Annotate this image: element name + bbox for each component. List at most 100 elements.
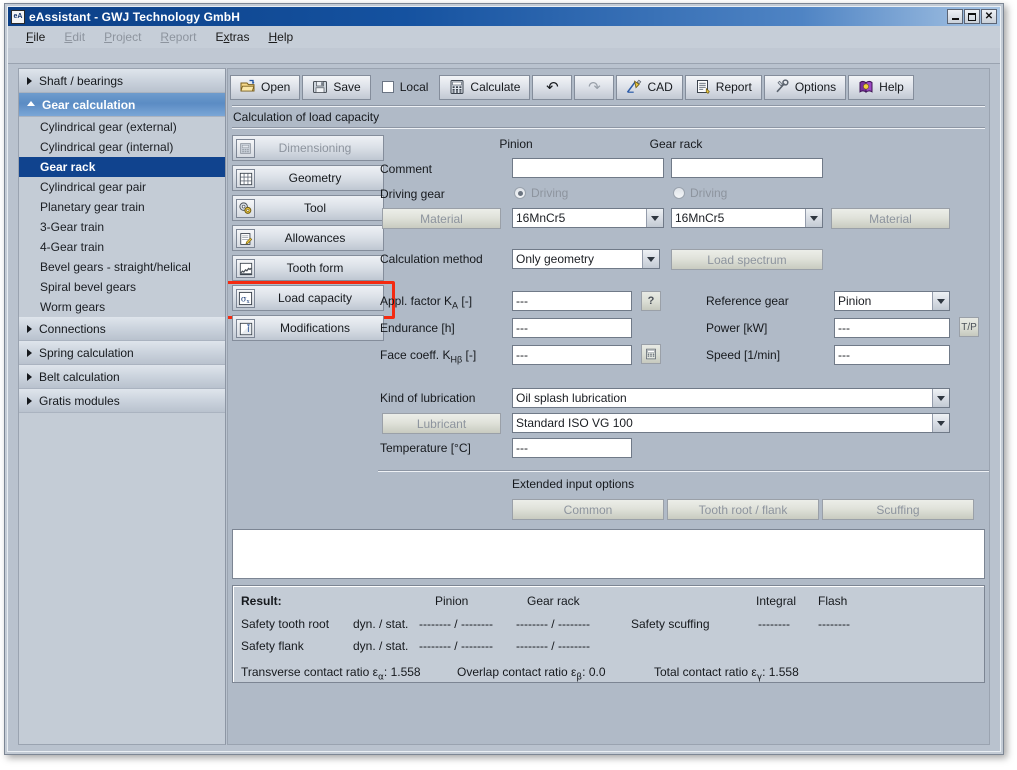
chevron-down-icon[interactable] xyxy=(932,292,949,310)
sidebar-item-spiral-bevel-gears[interactable]: Spiral bevel gears xyxy=(19,277,225,297)
chevron-down-icon[interactable] xyxy=(642,250,659,268)
material-pinion-button[interactable]: Material xyxy=(382,208,501,229)
sidebar-item-cylindrical-gear-external[interactable]: Cylindrical gear (external) xyxy=(19,117,225,137)
sidebar-item-4-gear-train[interactable]: 4-Gear train xyxy=(19,237,225,257)
overlap-contact-ratio: Overlap contact ratio εβ: 0.0 xyxy=(457,665,606,682)
menu-file[interactable]: File xyxy=(26,30,45,44)
sidebar-item-cylindrical-gear-pair[interactable]: Cylindrical gear pair xyxy=(19,177,225,197)
chevron-down-icon[interactable] xyxy=(646,209,663,227)
menu-help[interactable]: Help xyxy=(268,30,293,44)
menu-edit[interactable]: Edit xyxy=(64,30,85,44)
reference-gear-combo[interactable]: Pinion xyxy=(834,291,950,311)
results-col-pinion: Pinion xyxy=(435,594,468,608)
extended-scuffing-button[interactable]: Scuffing xyxy=(822,499,974,520)
local-checkbox[interactable]: Local xyxy=(373,75,438,100)
chevron-down-icon[interactable] xyxy=(805,209,822,227)
title-bar: eA eAssistant - GWJ Technology GmbH ✕ xyxy=(8,7,1000,26)
menu-report[interactable]: Report xyxy=(160,30,196,44)
speed-input[interactable]: --- xyxy=(834,345,950,365)
main-toolbar: Open Save xyxy=(228,69,989,105)
undo-button[interactable]: ↶ xyxy=(532,75,572,100)
load-spectrum-button[interactable]: Load spectrum xyxy=(671,249,823,270)
chevron-down-icon[interactable] xyxy=(932,389,949,407)
driving-gear-pinion-radio[interactable]: Driving xyxy=(514,186,568,200)
calculation-method-combo[interactable]: Only geometry xyxy=(512,249,660,269)
close-button[interactable]: ✕ xyxy=(981,9,997,24)
window-inner-frame: eA eAssistant - GWJ Technology GmbH ✕ Fi… xyxy=(7,6,1001,752)
material-gear-rack-combo[interactable]: 16MnCr5 xyxy=(671,208,823,228)
combo-value: 16MnCr5 xyxy=(513,211,646,225)
results-row-label: Safety tooth root xyxy=(241,617,329,631)
sidebar-item-label: Spiral bevel gears xyxy=(40,280,136,294)
sidebar-item-bevel-gears-straight-helical[interactable]: Bevel gears - straight/helical xyxy=(19,257,225,277)
sidebar-group-belt-calculation[interactable]: Belt calculation xyxy=(19,365,225,389)
comment-gear-rack-input[interactable] xyxy=(671,158,823,178)
options-button[interactable]: Options xyxy=(764,75,846,100)
power-input[interactable]: --- xyxy=(834,318,950,338)
menu-project[interactable]: Project xyxy=(104,30,141,44)
tab-label: Geometry xyxy=(233,171,383,185)
redo-button[interactable]: ↷ xyxy=(574,75,614,100)
comment-pinion-input[interactable] xyxy=(512,158,664,178)
chevron-right-icon xyxy=(27,397,32,405)
tab-allowances[interactable]: Allowances xyxy=(232,225,384,251)
help-button[interactable]: Help xyxy=(848,75,914,100)
sidebar-item-planetary-gear-train[interactable]: Planetary gear train xyxy=(19,197,225,217)
cad-label: CAD xyxy=(647,80,672,94)
material-pinion-combo[interactable]: 16MnCr5 xyxy=(512,208,664,228)
sidebar-group-shaft-bearings[interactable]: Shaft / bearings xyxy=(19,69,225,93)
tab-label: Tool xyxy=(233,201,383,215)
caption-divider xyxy=(232,127,985,129)
extended-common-button[interactable]: Common xyxy=(512,499,664,520)
floppy-disk-icon xyxy=(312,79,328,95)
sidebar-item-worm-gears[interactable]: Worm gears xyxy=(19,297,225,317)
sidebar-item-label: 3-Gear train xyxy=(40,220,104,234)
extended-tooth-root-flank-button[interactable]: Tooth root / flank xyxy=(667,499,819,520)
tab-geometry[interactable]: Geometry xyxy=(232,165,384,191)
grid-icon xyxy=(236,169,255,188)
material-gear-rack-button[interactable]: Material xyxy=(831,208,950,229)
sidebar-group-label: Gear calculation xyxy=(42,98,135,112)
torque-power-toggle-button[interactable]: T/P xyxy=(959,317,979,337)
sidebar-group-gratis-modules[interactable]: Gratis modules xyxy=(19,389,225,413)
face-coeff-label-post: [-] xyxy=(462,348,476,362)
tab-tool[interactable]: Tool xyxy=(232,195,384,221)
face-coeff-input[interactable]: --- xyxy=(512,345,632,365)
maximize-button[interactable] xyxy=(964,9,980,24)
sidebar-item-label: Planetary gear train xyxy=(40,200,145,214)
sidebar-group-spring-calculation[interactable]: Spring calculation xyxy=(19,341,225,365)
tab-modifications[interactable]: Modifications xyxy=(232,315,384,341)
results-col-integral: Integral xyxy=(756,594,796,608)
face-coeff-subscript: Hβ xyxy=(450,354,462,364)
tab-load-capacity[interactable]: σx Load capacity xyxy=(232,285,384,311)
sidebar-group-gear-calculation[interactable]: Gear calculation xyxy=(19,93,225,117)
report-button[interactable]: Report xyxy=(685,75,762,100)
open-button[interactable]: Open xyxy=(230,75,300,100)
window-title: eAssistant - GWJ Technology GmbH xyxy=(29,10,240,24)
endurance-input[interactable]: --- xyxy=(512,318,632,338)
tab-tooth-form[interactable]: Tooth form xyxy=(232,255,384,281)
sidebar-item-gear-rack[interactable]: Gear rack xyxy=(19,157,225,177)
minimize-button[interactable] xyxy=(947,9,963,24)
options-label: Options xyxy=(795,80,836,94)
appl-factor-input[interactable]: --- xyxy=(512,291,632,311)
driving-gear-gear-rack-radio[interactable]: Driving xyxy=(673,186,727,200)
calculator-icon xyxy=(645,348,657,360)
cad-button[interactable]: CAD xyxy=(616,75,682,100)
sidebar-item-cylindrical-gear-internal[interactable]: Cylindrical gear (internal) xyxy=(19,137,225,157)
save-button[interactable]: Save xyxy=(302,75,370,100)
tab-dimensioning[interactable]: Dimensioning xyxy=(232,135,384,161)
chevron-down-icon[interactable] xyxy=(932,414,949,432)
calculation-method-label: Calculation method xyxy=(380,252,483,266)
sidebar-item-3-gear-train[interactable]: 3-Gear train xyxy=(19,217,225,237)
lubricant-combo[interactable]: Standard ISO VG 100 xyxy=(512,413,950,433)
lubricant-button[interactable]: Lubricant xyxy=(382,413,501,434)
lubrication-combo[interactable]: Oil splash lubrication xyxy=(512,388,950,408)
appl-factor-help-button[interactable]: ? xyxy=(641,291,661,311)
menu-extras[interactable]: Extras xyxy=(215,30,249,44)
face-coeff-label: Face coeff. KHβ [-] xyxy=(380,348,476,364)
calculate-button[interactable]: Calculate xyxy=(439,75,530,100)
temperature-input[interactable]: --- xyxy=(512,438,632,458)
face-coeff-calculator-button[interactable] xyxy=(641,344,661,364)
sidebar-group-connections[interactable]: Connections xyxy=(19,317,225,341)
